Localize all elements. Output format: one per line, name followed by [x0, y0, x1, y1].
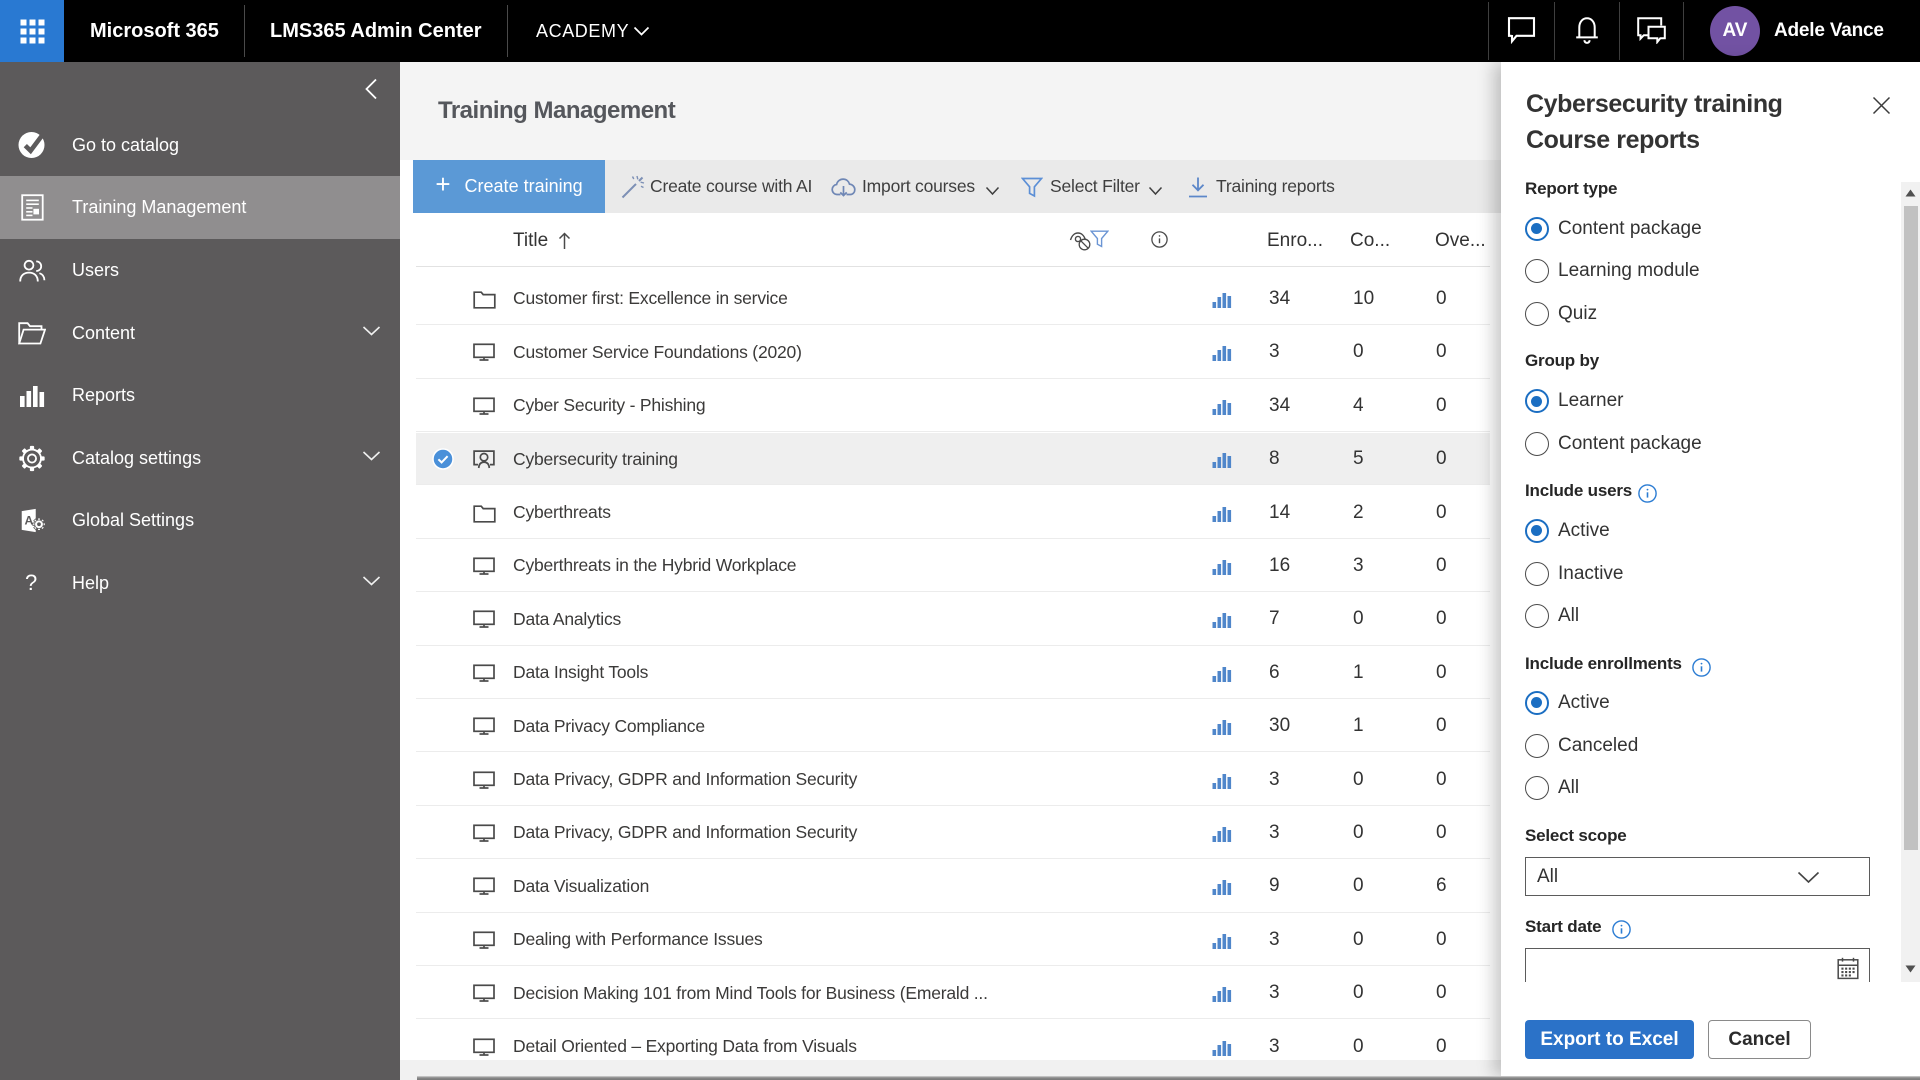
svg-text:?: ?: [25, 570, 37, 595]
svg-text:A: A: [25, 513, 34, 527]
